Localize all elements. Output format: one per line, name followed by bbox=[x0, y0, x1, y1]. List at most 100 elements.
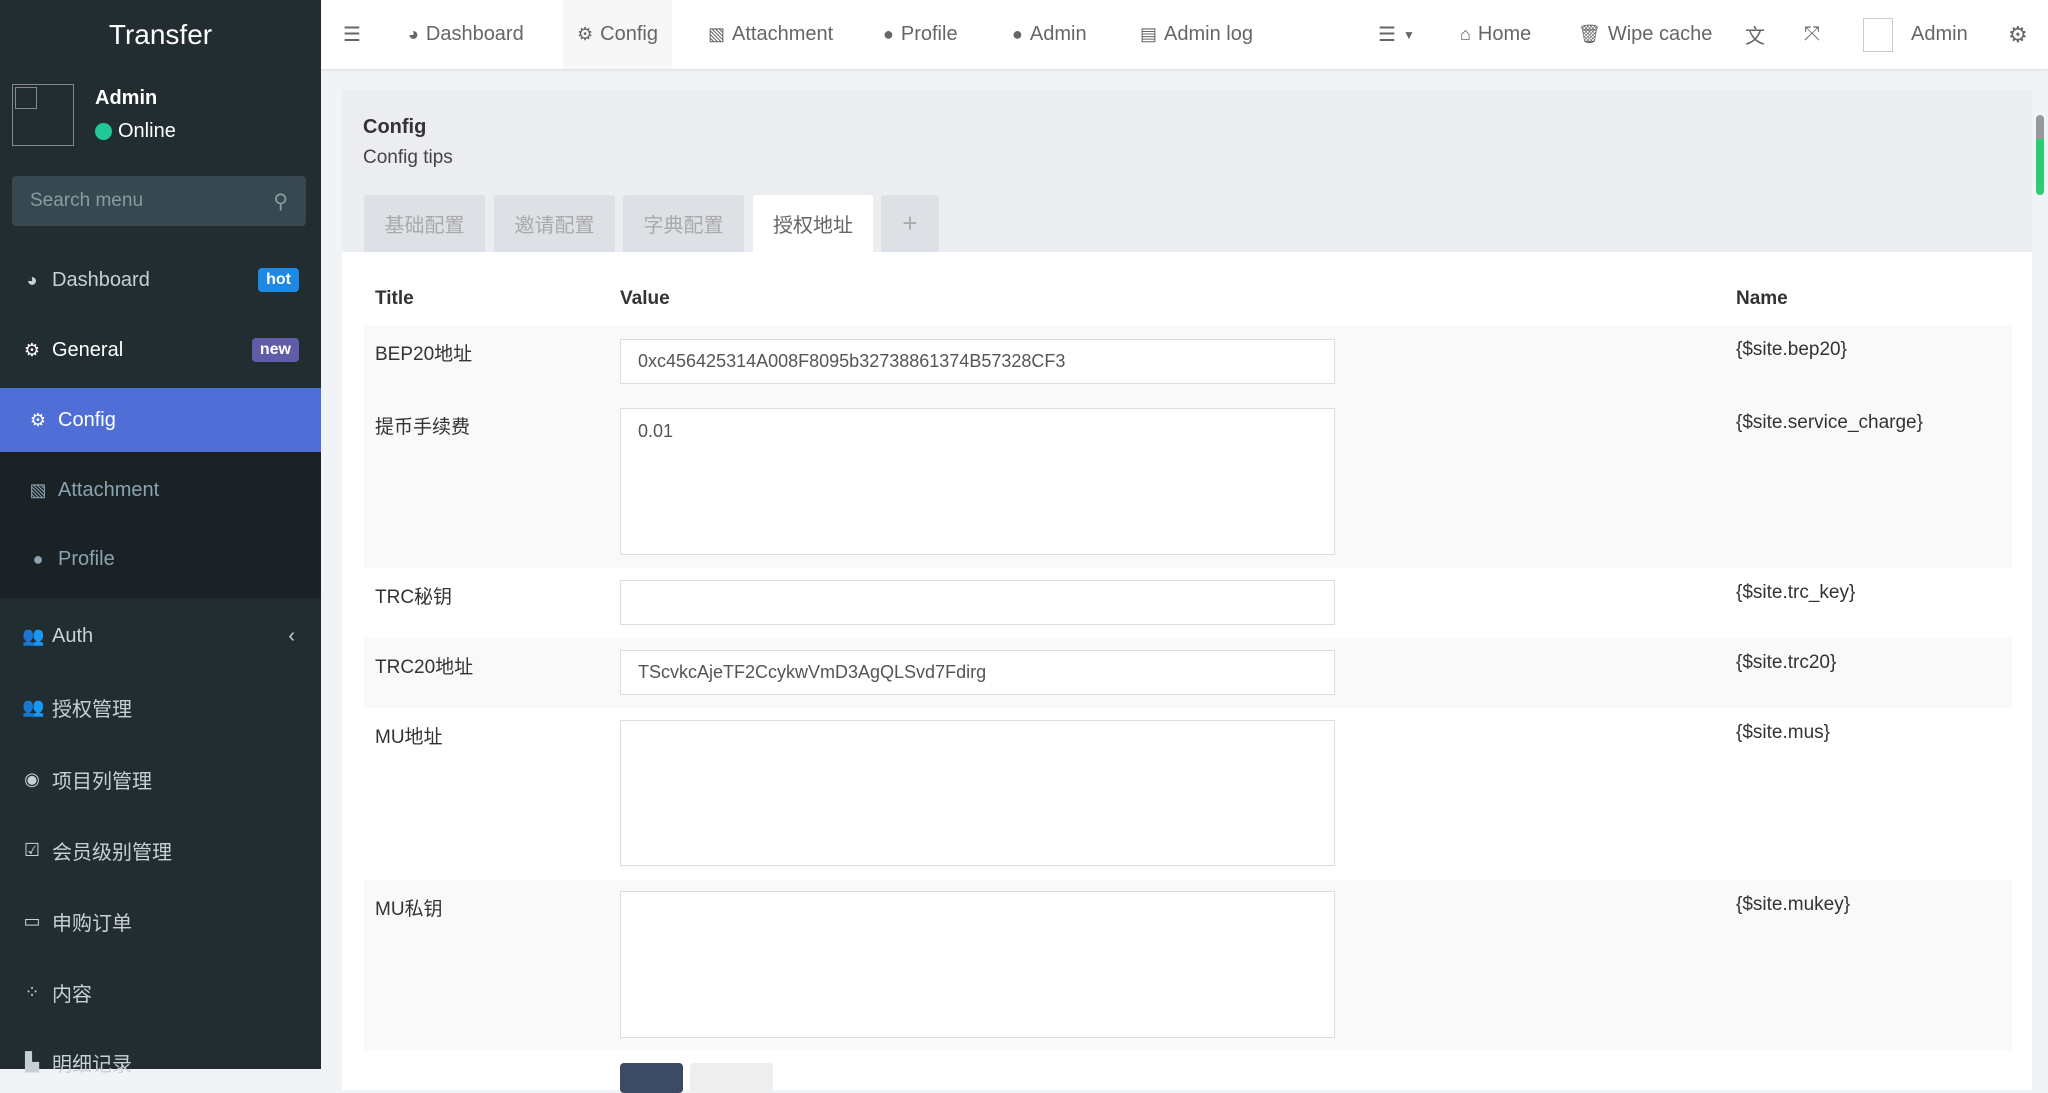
dashboard-icon: ◕ bbox=[408, 24, 419, 44]
search-menu-input[interactable]: Search menu ⚲ bbox=[12, 176, 306, 226]
list-icon: ☰ bbox=[1378, 24, 1396, 46]
sidebar-item-auth[interactable]: 👥 Auth ‹ bbox=[0, 612, 321, 660]
image-file-icon: ▧ bbox=[29, 479, 47, 500]
app-logo[interactable]: Transfer bbox=[0, 0, 321, 69]
label: 授权管理 bbox=[52, 698, 132, 721]
reset-button[interactable] bbox=[690, 1063, 773, 1093]
nav-home[interactable]: ⌂ Home bbox=[1460, 0, 1531, 69]
sidebar-item-member-levels[interactable]: ☑ 会员级别管理 bbox=[0, 826, 321, 874]
tab-invite[interactable]: 邀请配置 bbox=[494, 195, 615, 252]
label: 申购订单 bbox=[52, 912, 132, 935]
sidebar-item-projects[interactable]: ◉ 项目列管理 bbox=[0, 755, 321, 803]
config-panel: Config Config tips 基础配置 邀请配置 字典配置 授权地址 +… bbox=[342, 90, 2032, 1093]
user-status: Online bbox=[95, 120, 176, 143]
sidebar-item-attachment[interactable]: ▧ Attachment bbox=[0, 466, 321, 514]
table-row: BEP20地址 0xc456425314A008F8095b32738861374… bbox=[364, 325, 2012, 398]
col-name: Name bbox=[1736, 288, 1788, 309]
tab-basic[interactable]: 基础配置 bbox=[364, 195, 485, 252]
image-file-icon: ▧ bbox=[708, 24, 726, 44]
label: Home bbox=[1477, 23, 1532, 45]
label: Admin bbox=[1029, 23, 1087, 45]
row-name: {$site.trc20} bbox=[1736, 652, 1837, 673]
user-menu[interactable]: Admin bbox=[1863, 0, 1968, 69]
sidebar-item-orders[interactable]: ▭ 申购订单 bbox=[0, 897, 321, 945]
label: Auth bbox=[52, 624, 94, 647]
dashboard-icon: ◕ bbox=[26, 269, 38, 290]
service-charge-textarea[interactable]: 0.01 bbox=[620, 408, 1335, 555]
trc-key-input[interactable] bbox=[620, 580, 1335, 625]
table-row: 提币手续费 0.01 {$site.service_charge} bbox=[364, 398, 2012, 568]
page-tips: Config tips bbox=[363, 147, 453, 168]
translate-icon[interactable]: 文 bbox=[1745, 0, 1765, 69]
hot-badge: hot bbox=[258, 268, 299, 292]
mu-key-textarea[interactable] bbox=[620, 891, 1335, 1038]
user-name: Admin bbox=[95, 87, 158, 109]
trc20-input[interactable]: TScvkcAjeTF2CcykwVmD3AgQLSvd7Fdirg bbox=[620, 650, 1335, 695]
row-title: TRC20地址 bbox=[375, 657, 474, 678]
label: Profile bbox=[58, 547, 115, 570]
chevron-left-icon: ‹ bbox=[288, 624, 295, 647]
home-icon: ⌂ bbox=[1460, 24, 1471, 44]
sidebar-item-config[interactable]: ⚙ Config bbox=[0, 388, 321, 452]
sidebar-item-profile[interactable]: ● Profile bbox=[0, 535, 321, 583]
scrollbar[interactable] bbox=[2036, 115, 2044, 195]
sidebar-item-dashboard[interactable]: ◕ Dashboard hot bbox=[0, 256, 321, 304]
sidebar-item-auth-manage[interactable]: 👥 授权管理 bbox=[0, 683, 321, 731]
label: Wipe cache bbox=[1607, 23, 1713, 45]
gears-icon: ⚙ bbox=[23, 339, 41, 360]
panel-header: Config Config tips 基础配置 邀请配置 字典配置 授权地址 + bbox=[342, 90, 2032, 252]
label: 内容 bbox=[52, 983, 92, 1006]
users-icon: 👥 bbox=[22, 696, 45, 717]
nav-dashboard[interactable]: ◕ Dashboard bbox=[408, 0, 524, 69]
new-badge: new bbox=[251, 338, 299, 362]
nav-admin[interactable]: ● Admin bbox=[1012, 0, 1087, 69]
user-icon: ● bbox=[1012, 24, 1023, 44]
nav-profile[interactable]: ● Profile bbox=[883, 0, 958, 69]
label: Attachment bbox=[58, 478, 160, 501]
sidebar-item-general[interactable]: ⚙ General new bbox=[0, 326, 321, 374]
nav-config[interactable]: ⚙ Config bbox=[563, 0, 672, 69]
label: Profile bbox=[900, 23, 958, 45]
label: Attachment bbox=[732, 23, 834, 45]
submit-button[interactable] bbox=[620, 1063, 683, 1093]
user-icon: ● bbox=[883, 24, 894, 44]
add-tab-button[interactable]: + bbox=[881, 195, 939, 252]
users-icon: 👥 bbox=[22, 625, 45, 646]
bep20-input[interactable]: 0xc456425314A008F8095b32738861374B57328C… bbox=[620, 339, 1335, 384]
row-name: {$site.mukey} bbox=[1736, 894, 1851, 915]
label: Config bbox=[58, 408, 116, 431]
menu-toggle-icon[interactable]: ☰ bbox=[343, 0, 361, 69]
label: Dashboard bbox=[425, 23, 524, 45]
table-row: MU地址 {$site.mus} bbox=[364, 708, 2012, 880]
row-name: {$site.trc_key} bbox=[1736, 582, 1856, 603]
tab-dictionary[interactable]: 字典配置 bbox=[623, 195, 744, 252]
nav-attachment[interactable]: ▧ Attachment bbox=[708, 0, 833, 69]
label: Admin log bbox=[1164, 23, 1253, 45]
label: 会员级别管理 bbox=[52, 841, 172, 864]
mu-address-textarea[interactable] bbox=[620, 720, 1335, 866]
search-icon[interactable]: ⚲ bbox=[273, 189, 288, 214]
sidebar-item-records[interactable]: ▙ 明细记录 bbox=[0, 1038, 321, 1086]
tab-auth-address[interactable]: 授权地址 bbox=[753, 195, 873, 252]
compass-icon: ◉ bbox=[24, 768, 40, 789]
fullscreen-icon[interactable]: ⤧ bbox=[1804, 0, 1820, 69]
table-row: TRC秘钥 {$site.trc_key} bbox=[364, 568, 2012, 638]
label: 项目列管理 bbox=[52, 770, 152, 793]
sidebar-item-content[interactable]: ⁘ 内容 bbox=[0, 968, 321, 1016]
user-avatar bbox=[12, 84, 74, 146]
label: 明细记录 bbox=[52, 1053, 132, 1076]
nav-admin-log[interactable]: ▤ Admin log bbox=[1140, 0, 1253, 69]
label: Config bbox=[600, 23, 658, 45]
row-title: TRC秘钥 bbox=[375, 587, 453, 608]
sidebar: Transfer Admin Online Search menu ⚲ ◕ Dash… bbox=[0, 0, 321, 1076]
row-title: BEP20地址 bbox=[375, 344, 473, 365]
grid-dots-icon: ⁘ bbox=[24, 981, 40, 1002]
control-sidebar-gears-icon[interactable]: ⚙ bbox=[2008, 0, 2028, 69]
wipe-cache-button[interactable]: 🗑 Wipe cache bbox=[1578, 0, 1712, 69]
label: Dashboard bbox=[52, 268, 150, 291]
area-chart-icon: ▙ bbox=[25, 1051, 39, 1072]
row-title: MU私钥 bbox=[375, 899, 443, 920]
col-value: Value bbox=[620, 288, 670, 309]
more-menu-dropdown[interactable]: ☰ ▼ bbox=[1378, 0, 1415, 69]
status-label: Online bbox=[118, 120, 176, 142]
